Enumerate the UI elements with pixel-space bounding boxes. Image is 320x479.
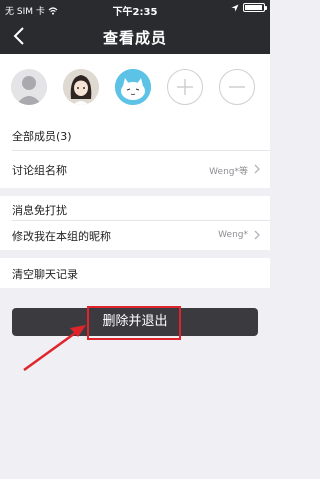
minus-icon bbox=[229, 86, 245, 88]
nickname-value: Weng* bbox=[218, 230, 248, 240]
clock: 下午2:35 bbox=[112, 7, 158, 18]
status-bar: 无 SIM 卡 下午2:35 bbox=[0, 0, 270, 18]
member-avatar-3[interactable] bbox=[115, 69, 151, 105]
clear-history-label: 清空聊天记录 bbox=[12, 268, 78, 281]
delete-and-exit-button[interactable]: 删除并退出 bbox=[12, 308, 258, 336]
cartoon-cat-avatar-icon bbox=[115, 69, 151, 105]
battery-level bbox=[245, 5, 263, 10]
navigation-bar: 查看成员 bbox=[0, 18, 270, 54]
delete-and-exit-label: 删除并退出 bbox=[102, 314, 168, 329]
all-members-label: 全部成员(3) bbox=[12, 130, 72, 143]
member-avatars bbox=[0, 54, 270, 120]
anime-girl-avatar-icon bbox=[63, 69, 99, 105]
nickname-label: 修改我在本组的昵称 bbox=[12, 230, 111, 243]
back-button[interactable] bbox=[6, 23, 32, 49]
default-person-avatar-icon bbox=[11, 69, 47, 105]
divider bbox=[12, 220, 270, 221]
chevron-left-icon bbox=[13, 27, 24, 45]
add-member-button[interactable] bbox=[167, 69, 203, 105]
chevron-right-icon bbox=[254, 230, 260, 240]
location-arrow-icon bbox=[231, 4, 239, 11]
mute-notifications-label: 消息免打扰 bbox=[12, 204, 67, 217]
clear-history-row[interactable]: 清空聊天记录 bbox=[0, 258, 270, 288]
group-name-row[interactable]: 讨论组名称 Weng*等 bbox=[0, 150, 270, 188]
group-name-label: 讨论组名称 bbox=[12, 164, 67, 177]
group-name-value: Weng*等 bbox=[209, 167, 248, 177]
battery-icon bbox=[243, 3, 267, 12]
member-avatar-1[interactable] bbox=[11, 69, 47, 105]
page-title: 查看成员 bbox=[102, 29, 167, 47]
all-members-row[interactable]: 全部成员(3) bbox=[0, 120, 270, 150]
plus-icon bbox=[177, 79, 193, 95]
status-bar-right bbox=[231, 3, 267, 12]
remove-member-button[interactable] bbox=[219, 69, 255, 105]
divider bbox=[12, 150, 270, 151]
mute-notifications-row[interactable]: 消息免打扰 bbox=[0, 196, 270, 220]
member-avatar-2[interactable] bbox=[63, 69, 99, 105]
chevron-right-icon bbox=[254, 164, 260, 174]
nickname-row[interactable]: 修改我在本组的昵称 Weng* bbox=[0, 220, 270, 250]
